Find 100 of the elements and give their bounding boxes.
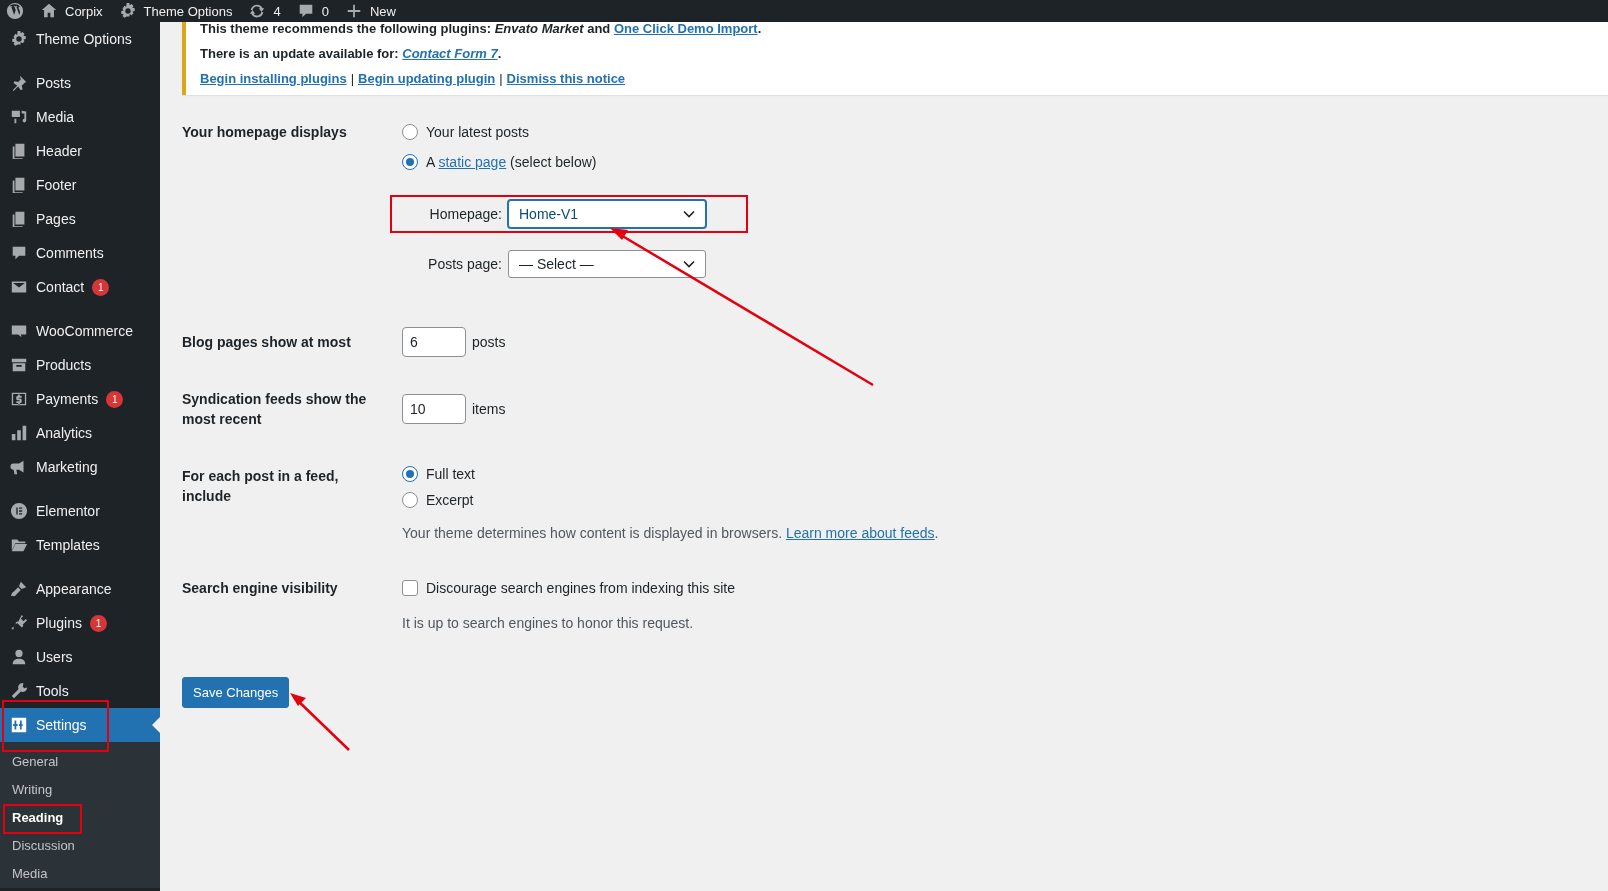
admin-bar-item[interactable]: 0 [296, 2, 329, 20]
unit-label: posts [472, 334, 506, 350]
menu-item[interactable]: Plugins 1 [0, 606, 160, 640]
gear-icon [118, 2, 137, 20]
paintbrush-icon [10, 580, 28, 598]
separator: | [350, 71, 354, 86]
submenu-item[interactable]: Media [0, 860, 160, 888]
menu-item[interactable]: Comments [0, 236, 160, 270]
menu-label: Comments [36, 245, 104, 261]
checkbox-label: Discourage search engines from indexing this site [426, 580, 735, 596]
bar-chart-icon [10, 424, 28, 442]
plugin-link[interactable]: Contact Form 7 [402, 46, 498, 61]
menu-item[interactable]: Contact 1 [0, 270, 160, 304]
house-icon [40, 2, 58, 20]
submenu-item[interactable]: Reading [0, 804, 160, 832]
menu-item[interactable]: Pages [0, 202, 160, 236]
user-icon [10, 648, 28, 666]
menu-item[interactable]: Payments 1 [0, 382, 160, 416]
radio-button[interactable] [402, 492, 418, 508]
radio-label: A static page (select below) [426, 154, 597, 170]
number-field[interactable]: 6 [402, 327, 466, 357]
admin-bar-item[interactable]: New [344, 2, 396, 20]
menu-item[interactable]: Elementor [0, 494, 160, 528]
annotation-arrow [290, 693, 350, 751]
menu-item[interactable]: Analytics [0, 416, 160, 450]
admin-bar-item[interactable]: 4 [248, 2, 281, 20]
menu-item[interactable]: Posts [0, 66, 160, 100]
menu-label: Posts [36, 75, 71, 91]
menu-item[interactable]: Appearance [0, 572, 160, 606]
count-badge: 1 [106, 390, 124, 408]
menu-label: Media [36, 109, 75, 125]
menu-item[interactable]: Templates [0, 528, 160, 562]
page-select[interactable]: — Select — [508, 250, 706, 278]
caret-icon [683, 260, 695, 268]
separator: | [499, 71, 503, 86]
menu-label: Users [36, 649, 73, 665]
plugin-link[interactable]: One Click Demo Import [613, 21, 758, 36]
notice-link[interactable]: Begin installing plugins [200, 71, 347, 86]
field-label: Search engine visibility [182, 579, 339, 598]
menu-label: Settings [36, 717, 87, 733]
sliders-icon [10, 716, 28, 734]
menu-label: Appearance [36, 581, 112, 597]
feeds-link[interactable]: Learn more about feeds [785, 525, 935, 541]
submenu-item[interactable]: General [0, 748, 160, 776]
field-label: Syndication feeds show the most recent [182, 390, 368, 429]
menu-item[interactable]: Footer [0, 168, 160, 202]
plug-icon [10, 614, 28, 632]
description-text: Your theme determines how content is displayed in browsers. Learn more about feeds. [402, 525, 940, 541]
menu-label: Templates [36, 537, 100, 553]
menu-item[interactable]: Header [0, 134, 160, 168]
menu-label: Contact [36, 279, 85, 295]
wordpress-logo-icon[interactable] [6, 2, 24, 20]
wrench-icon [10, 682, 28, 700]
radio-button[interactable] [402, 124, 418, 140]
checkbox[interactable] [402, 580, 418, 596]
menu-label: Products [36, 357, 92, 373]
description-text: It is up to search engines to honor this request. [402, 615, 695, 631]
notice-link[interactable]: Begin updating plugin [358, 71, 496, 86]
field-label: Your homepage displays [182, 123, 348, 142]
select-label: Posts page: [427, 256, 502, 272]
caret-icon [683, 210, 695, 218]
menu-item[interactable]: Products [0, 348, 160, 382]
submenu-item[interactable]: Writing [0, 776, 160, 804]
menu-label: Tools [36, 683, 69, 699]
number-field[interactable]: 10 [402, 394, 466, 424]
menu-item[interactable]: Media [0, 100, 160, 134]
radio-label: Full text [426, 466, 475, 482]
menu-label: WooCommerce [36, 323, 133, 339]
current-pointer [152, 717, 160, 733]
menu-item[interactable]: WooCommerce [0, 314, 160, 348]
menu-item[interactable]: Users [0, 640, 160, 674]
menu-item[interactable]: Theme Options [0, 22, 160, 56]
admin-bar-item[interactable]: Theme Options [118, 2, 233, 20]
save-button[interactable]: Save Changes [182, 677, 290, 708]
menu-label: Footer [36, 177, 77, 193]
menu-item[interactable]: Tools [0, 674, 160, 708]
refresh-icon [248, 2, 267, 20]
radio-button[interactable] [402, 466, 418, 482]
select-label: Homepage: [428, 206, 502, 222]
notice-link[interactable]: Dismiss this notice [506, 71, 626, 86]
static-page-link[interactable]: static page [438, 154, 507, 170]
media-icon [10, 108, 28, 126]
page-select[interactable]: Home-V1 [508, 200, 706, 228]
menu-item[interactable]: Marketing [0, 450, 160, 484]
archive-box-icon [10, 356, 28, 374]
menu-label: Pages [36, 211, 76, 227]
notice-text: There is an update available for: Contact Form 7. [200, 45, 503, 63]
admin-bar-item[interactable]: Corpix [40, 2, 103, 20]
menu-label: Theme Options [36, 31, 132, 47]
radio-button[interactable] [402, 154, 418, 170]
dollar-card-icon [10, 390, 28, 408]
field-label: For each post in a feed, include [182, 467, 340, 506]
menu-label: Header [36, 143, 82, 159]
pushpin-icon [10, 74, 28, 92]
gear-icon [10, 30, 28, 48]
unit-label: items [472, 401, 506, 417]
submenu-item[interactable]: Discussion [0, 832, 160, 860]
count-badge: 1 [92, 278, 110, 296]
menu-item[interactable]: Settings [0, 708, 160, 742]
radio-label: Excerpt [426, 492, 474, 508]
